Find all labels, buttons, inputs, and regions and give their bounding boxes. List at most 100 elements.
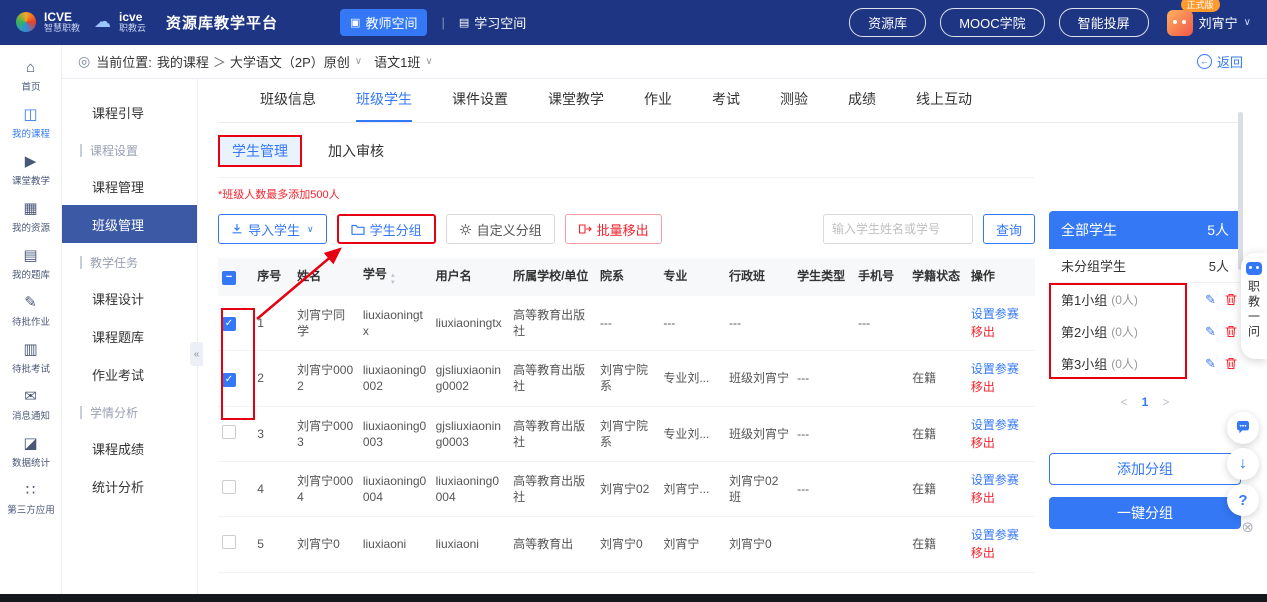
group-list-item[interactable]: 第3小组 (0人) ✎ [1049, 347, 1241, 379]
delete-group-icon[interactable] [1225, 293, 1237, 306]
tab-grades[interactable]: 成绩 [848, 89, 876, 122]
student-name-link[interactable]: 刘宵宁同学 [293, 296, 359, 351]
tab-exam[interactable]: 考试 [712, 89, 740, 122]
remove-link[interactable]: 移出 [971, 379, 1031, 395]
subtab-student-management[interactable]: 学生管理 [218, 135, 302, 167]
cell-phone [854, 461, 908, 516]
row-checkbox[interactable] [222, 480, 236, 494]
user-menu[interactable]: 正式版 刘宵宁 ∨ [1167, 10, 1251, 36]
close-float-icon[interactable]: ⊗ [1241, 518, 1254, 536]
pagination-prev[interactable]: < [1121, 395, 1128, 409]
chevron-down-icon[interactable]: ∨ [425, 56, 432, 67]
sidebar-item-course-guide[interactable]: 课程引导 [62, 93, 197, 131]
custom-group-button[interactable]: 自定义分组 [446, 214, 555, 244]
sidebar-item-course-question-bank[interactable]: 课程题库 [62, 317, 197, 355]
book-icon: ◫ [23, 107, 37, 122]
rail-item-pending-exams[interactable]: ▥待批考试 [0, 335, 61, 382]
auto-group-button[interactable]: 一键分组 [1049, 497, 1241, 529]
rail-item-notifications[interactable]: ✉消息通知 [0, 382, 61, 429]
set-contest-link[interactable]: 设置参赛 [971, 361, 1031, 377]
edit-group-icon[interactable]: ✎ [1205, 357, 1216, 370]
pagination-next[interactable]: > [1162, 395, 1169, 409]
set-contest-link[interactable]: 设置参赛 [971, 527, 1031, 543]
tab-class-students[interactable]: 班级学生 [356, 89, 412, 122]
group-list-item[interactable]: 第1小组 (0人) ✎ [1049, 283, 1241, 315]
breadcrumb-class-dropdown[interactable]: 语文1班 [374, 52, 420, 71]
batch-remove-button[interactable]: 批量移出 [565, 214, 662, 244]
sidebar-section-teaching-tasks: 教学任务 [62, 245, 197, 279]
row-checkbox[interactable] [222, 373, 236, 387]
download-float-button[interactable]: ↓ [1227, 448, 1259, 480]
set-contest-link[interactable]: 设置参赛 [971, 306, 1031, 322]
assistant-tab[interactable]: 职教一问 [1241, 253, 1267, 359]
delete-group-icon[interactable] [1225, 357, 1237, 370]
subtab-join-review[interactable]: 加入审核 [328, 141, 384, 161]
chat-float-button[interactable] [1227, 412, 1259, 444]
sort-icon[interactable]: ▲▼ [390, 273, 396, 287]
search-input[interactable] [823, 214, 973, 244]
edit-group-icon[interactable]: ✎ [1205, 293, 1216, 306]
student-name-link[interactable]: 刘宵宁0004 [293, 461, 359, 516]
col-header-student-id[interactable]: 学号▲▼ [359, 258, 432, 296]
add-group-button[interactable]: 添加分组 [1049, 453, 1241, 485]
tab-classroom-teaching[interactable]: 课堂教学 [548, 89, 604, 122]
student-name-link[interactable]: 刘宵宁0002 [293, 351, 359, 406]
help-float-button[interactable]: ? [1227, 484, 1259, 516]
mooc-college-button[interactable]: MOOC学院 [940, 8, 1044, 37]
sidebar-item-course-management[interactable]: 课程管理 [62, 167, 197, 205]
smart-cast-button[interactable]: 智能投屏 [1059, 8, 1149, 37]
import-students-button[interactable]: 导入学生 ∨ [218, 214, 327, 244]
back-arrow-icon: ← [1197, 54, 1212, 69]
rail-item-classroom-teaching[interactable]: ▶课堂教学 [0, 147, 61, 194]
teacher-space-button[interactable]: ▣ 教师空间 [340, 9, 427, 36]
rail-item-my-resources[interactable]: ▦我的资源 [0, 194, 61, 241]
student-grouping-button[interactable]: 学生分组 [337, 214, 436, 244]
rail-item-my-courses[interactable]: ◫我的课程 [0, 100, 61, 147]
row-checkbox[interactable] [222, 317, 236, 331]
edit-group-icon[interactable]: ✎ [1205, 325, 1216, 338]
tab-quiz[interactable]: 测验 [780, 89, 808, 122]
row-checkbox[interactable] [222, 535, 236, 549]
group-list-item[interactable]: 第2小组 (0人) ✎ [1049, 315, 1241, 347]
rail-label: 待批考试 [12, 360, 50, 374]
rail-item-question-bank[interactable]: ▤我的题库 [0, 241, 61, 288]
app-title: 资源库教学平台 [166, 12, 278, 33]
student-name-link[interactable]: 刘宵宁0 [293, 517, 359, 572]
remove-link[interactable]: 移出 [971, 490, 1031, 506]
delete-group-icon[interactable] [1225, 325, 1237, 338]
rail-item-home[interactable]: ⌂首页 [0, 53, 61, 100]
select-all-checkbox[interactable] [222, 271, 236, 285]
row-checkbox[interactable] [222, 425, 236, 439]
resource-library-button[interactable]: 资源库 [849, 8, 926, 37]
sidebar-collapse-handle[interactable]: « [190, 342, 203, 366]
ungrouped-students-row[interactable]: 未分组学生 5人 [1049, 249, 1241, 283]
sidebar-item-statistics-analysis[interactable]: 统计分析 [62, 467, 197, 505]
sidebar-item-course-design[interactable]: 课程设计 [62, 279, 197, 317]
sidebar-item-class-management[interactable]: 班级管理 [62, 205, 197, 243]
remove-link[interactable]: 移出 [971, 435, 1031, 451]
tab-homework[interactable]: 作业 [644, 89, 672, 122]
student-name-link[interactable]: 刘宵宁0003 [293, 406, 359, 461]
tab-class-info[interactable]: 班级信息 [260, 89, 316, 122]
tab-courseware-settings[interactable]: 课件设置 [452, 89, 508, 122]
remove-link[interactable]: 移出 [971, 545, 1031, 561]
query-button[interactable]: 查询 [983, 214, 1035, 244]
tab-online-interaction[interactable]: 线上互动 [916, 89, 972, 122]
chevron-down-icon[interactable]: ∨ [355, 56, 362, 67]
group-name: 第3小组 [1061, 354, 1107, 373]
rail-item-statistics[interactable]: ◪数据统计 [0, 429, 61, 476]
sidebar-item-homework-exam[interactable]: 作业考试 [62, 355, 197, 393]
back-button[interactable]: ← 返回 [1197, 52, 1243, 71]
breadcrumb-course-dropdown[interactable]: 大学语文（2P）原创 [230, 52, 350, 71]
set-contest-link[interactable]: 设置参赛 [971, 472, 1031, 488]
rail-item-third-party-apps[interactable]: ∷第三方应用 [0, 476, 61, 523]
remove-link[interactable]: 移出 [971, 324, 1031, 340]
sidebar-item-course-grades[interactable]: 课程成绩 [62, 429, 197, 467]
rail-item-pending-homework[interactable]: ✎待批作业 [0, 288, 61, 335]
pagination-current-page[interactable]: 1 [1142, 395, 1149, 409]
breadcrumb-my-courses[interactable]: 我的课程 [157, 52, 209, 71]
cell-dept: 刘宵宁院系 [596, 351, 659, 406]
set-contest-link[interactable]: 设置参赛 [971, 417, 1031, 433]
student-space-button[interactable]: ▤ 学习空间 [459, 13, 526, 32]
scrollbar-thumb[interactable] [1238, 112, 1243, 270]
